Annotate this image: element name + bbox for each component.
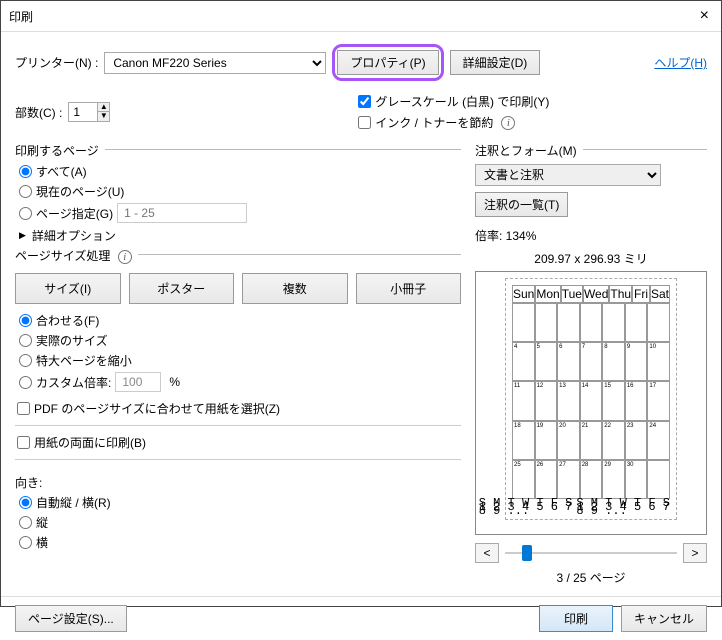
copies-input[interactable]	[69, 103, 97, 121]
sizing-legend: ページサイズ処理 i	[15, 247, 138, 264]
orient-landscape-radio[interactable]: 横	[19, 534, 461, 551]
orient-auto-radio[interactable]: 自動縦 / 横(R)	[19, 494, 461, 511]
pages-range-radio[interactable]: ページ指定(G)	[19, 203, 461, 223]
size-button[interactable]: サイズ(I)	[15, 273, 121, 304]
annot-select[interactable]: 文書と注釈	[475, 164, 661, 186]
next-page-button[interactable]: >	[683, 543, 707, 563]
cancel-button[interactable]: キャンセル	[621, 605, 707, 632]
highlight-callout: プロパティ(P)	[332, 44, 443, 81]
annot-group: 注釈とフォーム(M) 文書と注釈 注釈の一覧(T)	[475, 149, 707, 217]
page-slider[interactable]	[505, 543, 677, 563]
duplex-checkbox[interactable]: 用紙の両面に印刷(B)	[17, 434, 461, 451]
help-link[interactable]: ヘルプ(H)	[654, 54, 707, 71]
properties-button[interactable]: プロパティ(P)	[337, 50, 438, 75]
page-indicator: 3 / 25 ページ	[475, 569, 707, 586]
orientation-group: 向き: 自動縦 / 横(R) 縦 横	[15, 474, 461, 554]
pages-all-radio[interactable]: すべて(A)	[19, 163, 461, 180]
preview-scale: 倍率: 134%	[475, 227, 707, 244]
orientation-legend: 向き:	[15, 474, 461, 491]
mini-calendars: S M T W T F S 1 2 3 4 5 6 7 8 9 ... S M …	[512, 501, 670, 513]
grayscale-checkbox[interactable]: グレースケール (白黒) で印刷(Y)	[358, 93, 549, 110]
more-options-disclosure[interactable]: 詳細オプション	[19, 227, 461, 244]
annot-legend: 注釈とフォーム(M)	[475, 142, 583, 159]
fit-radio[interactable]: 合わせる(F)	[19, 312, 461, 329]
multi-button[interactable]: 複数	[242, 273, 348, 304]
pages-group: 印刷するページ すべて(A) 現在のページ(U) ページ指定(G) 詳細オプショ…	[15, 149, 461, 246]
pages-current-radio[interactable]: 現在のページ(U)	[19, 183, 461, 200]
actual-radio[interactable]: 実際のサイズ	[19, 332, 461, 349]
prev-page-button[interactable]: <	[475, 543, 499, 563]
booklet-button[interactable]: 小冊子	[356, 273, 462, 304]
info-icon[interactable]: i	[118, 250, 132, 264]
choose-paper-checkbox[interactable]: PDF のページサイズに合わせて用紙を選択(Z)	[17, 400, 461, 417]
copies-stepper[interactable]: ▲ ▼	[68, 102, 110, 122]
copies-down-icon[interactable]: ▼	[97, 112, 109, 121]
advanced-button[interactable]: 詳細設定(D)	[450, 50, 541, 75]
ink-saver-checkbox[interactable]: インク / トナーを節約 i	[358, 114, 549, 131]
page-range-input[interactable]	[117, 203, 247, 223]
titlebar: 印刷 ×	[1, 1, 721, 32]
page-setup-button[interactable]: ページ設定(S)...	[15, 605, 127, 632]
slider-thumb[interactable]	[522, 545, 532, 561]
annot-list-button[interactable]: 注釈の一覧(T)	[475, 192, 568, 217]
preview-dimensions: 209.97 x 296.93 ミリ	[475, 250, 707, 267]
printer-label: プリンター(N) :	[15, 54, 98, 71]
printer-select[interactable]: Canon MF220 Series	[104, 52, 326, 74]
copies-label: 部数(C) :	[15, 104, 62, 121]
window-title: 印刷	[9, 8, 33, 25]
custom-scale-radio[interactable]: カスタム倍率: %	[19, 372, 461, 392]
pages-legend: 印刷するページ	[15, 142, 105, 159]
shrink-radio[interactable]: 特大ページを縮小	[19, 352, 461, 369]
close-icon[interactable]: ×	[696, 7, 713, 25]
custom-scale-input[interactable]	[115, 372, 161, 392]
sizing-group: ページサイズ処理 i サイズ(I) ポスター 複数 小冊子 合わせる(F) 実際…	[15, 254, 461, 417]
print-button[interactable]: 印刷	[539, 605, 613, 632]
info-icon[interactable]: i	[501, 116, 515, 130]
preview-box: SunMonTueWedThuFriSat 456789101112131415…	[475, 271, 707, 535]
orient-portrait-radio[interactable]: 縦	[19, 514, 461, 531]
poster-button[interactable]: ポスター	[129, 273, 235, 304]
preview-page: SunMonTueWedThuFriSat 456789101112131415…	[505, 278, 677, 520]
